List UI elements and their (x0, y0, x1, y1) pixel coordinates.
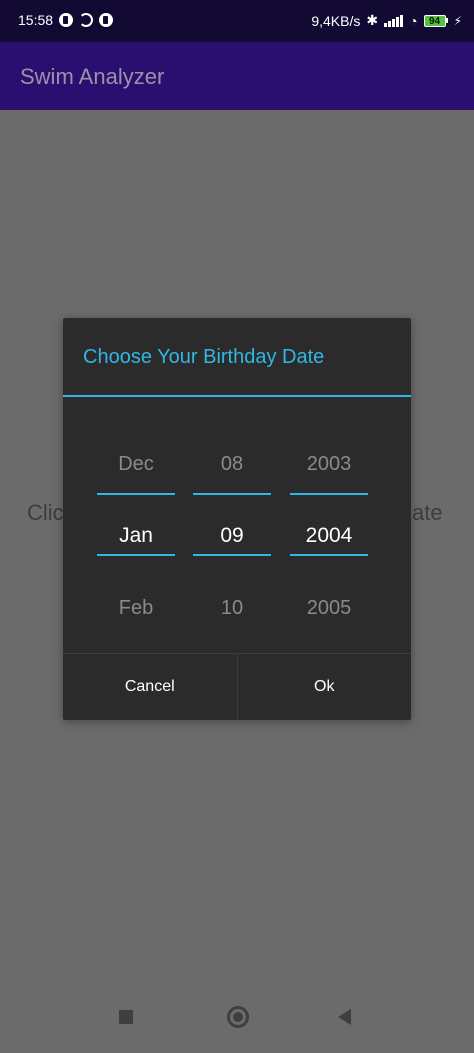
title-divider (63, 395, 411, 397)
year-prev[interactable]: 2003 (290, 428, 368, 500)
dialog-button-bar: Cancel Ok (63, 653, 411, 720)
year-divider-bottom (290, 554, 368, 556)
signal-icon (384, 14, 404, 27)
month-divider-bottom (97, 554, 175, 556)
date-picker-dialog: Choose Your Birthday Date Dec Jan Feb 08… (63, 318, 411, 720)
back-icon[interactable] (338, 1009, 351, 1025)
network-speed: 9,4KB/s (311, 12, 361, 29)
app-bar: Swim Analyzer (0, 42, 474, 110)
facebook-icon (99, 13, 114, 27)
year-next[interactable]: 2005 (290, 572, 368, 644)
month-next[interactable]: Feb (97, 572, 175, 644)
wifi-icon: ◔ (409, 12, 418, 29)
charging-icon: ⚡ (453, 13, 462, 28)
day-divider-bottom (193, 554, 271, 556)
cancel-button[interactable]: Cancel (63, 654, 238, 720)
app-title: Swim Analyzer (20, 64, 165, 89)
day-divider-top (193, 493, 271, 495)
home-icon[interactable] (227, 1006, 249, 1028)
day-selected[interactable]: 09 (193, 500, 271, 572)
background-text-left: Clic (27, 500, 64, 525)
bluetooth-icon: ✱ (366, 12, 379, 28)
month-prev[interactable]: Dec (97, 428, 175, 500)
status-time: 15:58 (18, 12, 54, 28)
year-divider-top (290, 493, 368, 495)
status-right: 9,4KB/s ✱ ◔ 94 ⚡ (311, 12, 462, 29)
status-left: 15:58 (18, 12, 114, 28)
recents-icon[interactable] (119, 1010, 133, 1024)
dialog-title: Choose Your Birthday Date (83, 346, 325, 368)
navigation-bar (0, 993, 474, 1053)
background-text-right: ate (412, 500, 443, 525)
year-picker[interactable]: 2003 2004 2005 (290, 428, 368, 644)
day-prev[interactable]: 08 (193, 428, 271, 500)
battery-icon: 94 (423, 14, 448, 27)
month-picker[interactable]: Dec Jan Feb (97, 428, 175, 644)
status-bar: 15:58 9,4KB/s ✱ ◔ 94 ⚡ (0, 0, 474, 42)
day-picker[interactable]: 08 09 10 (193, 428, 271, 644)
year-selected[interactable]: 2004 (290, 500, 368, 572)
day-next[interactable]: 10 (193, 572, 271, 644)
month-selected[interactable]: Jan (97, 500, 175, 572)
month-divider-top (97, 493, 175, 495)
battery-level: 94 (423, 14, 446, 27)
facebook-icon (59, 13, 74, 27)
ok-button[interactable]: Ok (238, 654, 412, 720)
sync-icon (79, 13, 94, 27)
